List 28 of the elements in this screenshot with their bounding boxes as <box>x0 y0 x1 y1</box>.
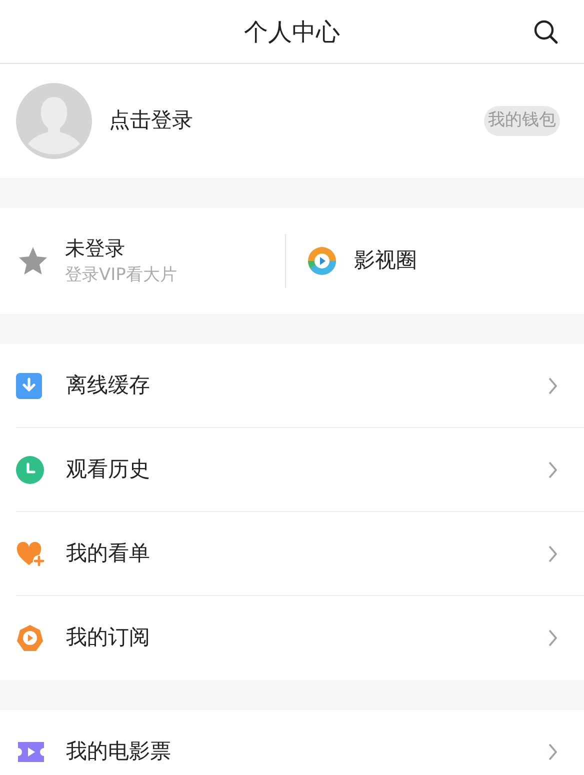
menu-item[interactable]: 离线缓存 <box>16 344 584 428</box>
clock-icon <box>16 456 44 484</box>
chevron-right-icon <box>548 376 558 394</box>
menu-label: 离线缓存 <box>66 372 150 399</box>
menu-item[interactable]: 观看历史 <box>16 428 584 512</box>
ticket-icon <box>16 740 46 764</box>
menu-label: 我的订阅 <box>66 624 150 652</box>
download-icon <box>16 372 42 398</box>
menu-item[interactable]: 我的看单 <box>16 512 584 596</box>
menu-label: 我的看单 <box>66 540 150 567</box>
heart-plus-icon <box>16 540 46 568</box>
menu-item[interactable]: 我的订阅 <box>16 596 584 680</box>
menu-label: 我的电影票 <box>66 738 171 766</box>
login-link[interactable]: 点击登录 <box>109 105 193 137</box>
chevron-right-icon <box>548 544 558 562</box>
star-icon <box>18 246 48 276</box>
vip-subtitle: 登录VIP看大片 <box>65 264 177 288</box>
circle-link[interactable]: 影视圈 <box>354 245 417 277</box>
play-circle-icon <box>308 247 336 275</box>
page-title: 个人中心 <box>244 16 340 48</box>
search-icon <box>533 19 559 45</box>
play-badge-icon <box>16 624 44 652</box>
chevron-right-icon <box>548 460 558 478</box>
chevron-right-icon <box>548 629 558 647</box>
search-button[interactable] <box>532 18 560 46</box>
chevron-right-icon <box>548 743 558 761</box>
menu-label: 观看历史 <box>66 456 150 483</box>
vip-status: 未登录 <box>65 235 126 262</box>
